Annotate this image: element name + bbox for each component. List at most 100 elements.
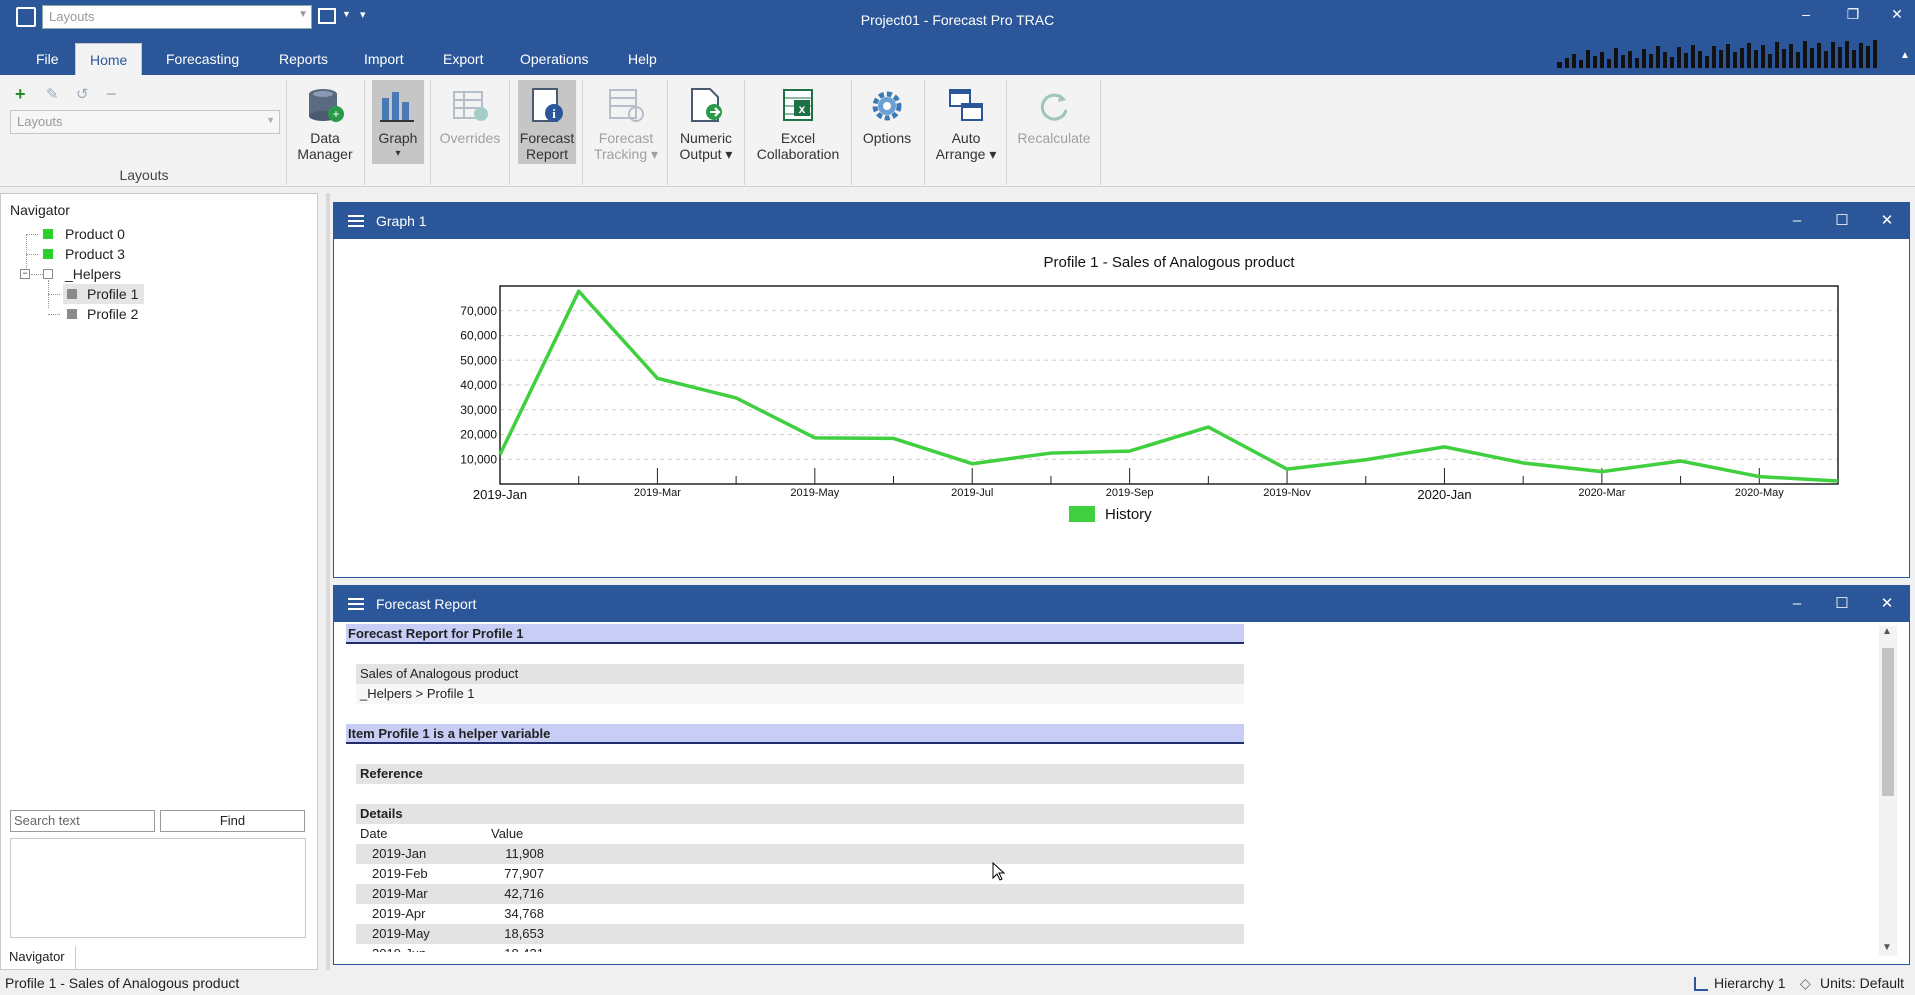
- find-button[interactable]: Find: [160, 810, 305, 832]
- x-tick-label: 2019-Mar: [634, 487, 681, 499]
- restore-button[interactable]: ❐: [1842, 6, 1864, 23]
- undo-layout-icon[interactable]: ↺: [76, 85, 89, 103]
- ribbon-separator: [924, 80, 925, 185]
- tree-item-label: Profile 2: [87, 306, 139, 322]
- add-layout-icon[interactable]: +: [15, 84, 26, 105]
- layouts-combo[interactable]: Layouts ▼: [10, 110, 280, 134]
- recalculate-button[interactable]: Recalculate: [1012, 80, 1096, 164]
- tab-reports[interactable]: Reports: [265, 43, 342, 75]
- panel-close-button[interactable]: ✕: [1876, 203, 1898, 239]
- ribbon-separator: [851, 80, 852, 185]
- recalculate-label: Recalculate: [1017, 130, 1091, 146]
- tab-home[interactable]: Home: [75, 43, 143, 75]
- mouse-cursor-icon: [992, 862, 1006, 881]
- hierarchy-status[interactable]: Hierarchy 1: [1714, 972, 1786, 995]
- ribbon-separator: [744, 80, 745, 185]
- tab-file[interactable]: File: [22, 43, 73, 75]
- panel-maximize-button[interactable]: ☐: [1831, 203, 1853, 239]
- ribbon-separator: [286, 80, 287, 185]
- graph-button[interactable]: Graph ▾: [372, 80, 424, 164]
- tab-operations[interactable]: Operations: [506, 43, 602, 75]
- tree-item-label: Product 0: [65, 226, 125, 242]
- green-square-icon: [43, 249, 53, 259]
- auto-arrange-label-2: Arrange ▾: [935, 146, 997, 162]
- numeric-output-label-2: Output ▾: [679, 146, 733, 162]
- tracking-icon: [609, 89, 644, 122]
- overrides-label: Overrides: [439, 130, 501, 146]
- tab-import[interactable]: Import: [350, 43, 418, 75]
- x-tick-label: 2019-Sep: [1106, 487, 1154, 499]
- folder-square-icon: [43, 269, 53, 279]
- scrollbar-thumb[interactable]: [1882, 648, 1894, 796]
- scroll-down-icon[interactable]: ▼: [1882, 942, 1892, 953]
- chevron-down-icon[interactable]: ▼: [266, 115, 275, 125]
- panel-maximize-button[interactable]: ☐: [1831, 586, 1853, 622]
- tree-item-profile-2[interactable]: Profile 2: [63, 304, 138, 324]
- tree-item-helpers[interactable]: _Helpers: [43, 264, 121, 284]
- close-button[interactable]: ✕: [1886, 6, 1908, 23]
- panel-minimize-button[interactable]: –: [1786, 203, 1808, 239]
- status-text: Profile 1 - Sales of Analogous product: [5, 975, 240, 991]
- options-button[interactable]: Options: [856, 80, 918, 164]
- collapse-toggle-icon[interactable]: −: [20, 269, 30, 279]
- splitter[interactable]: [326, 193, 330, 970]
- auto-arrange-button[interactable]: Auto Arrange ▾: [930, 80, 1002, 164]
- col-value-header: Value: [491, 826, 524, 841]
- y-tick-label: 40,000: [460, 378, 497, 392]
- tab-export[interactable]: Export: [429, 43, 497, 75]
- y-tick-label: 60,000: [460, 329, 497, 343]
- report-helper-heading: Item Profile 1 is a helper variable: [346, 724, 1244, 744]
- ribbon-separator: [364, 80, 365, 185]
- x-tick-label: 2019-May: [790, 487, 839, 499]
- legend-label: History: [1105, 506, 1152, 523]
- report-panel-header: Forecast Report – ☐ ✕: [334, 586, 1909, 622]
- details-header-row: Date Value: [356, 824, 1244, 844]
- numeric-output-label-1: Numeric: [679, 130, 733, 146]
- tree-item-profile-1[interactable]: Profile 1: [63, 284, 145, 304]
- y-tick-label: 50,000: [460, 353, 497, 367]
- overrides-button[interactable]: Overrides: [434, 80, 506, 164]
- excel-icon: x: [783, 89, 813, 121]
- numeric-output-button[interactable]: Numeric Output ▾: [672, 80, 740, 164]
- panel-close-button[interactable]: ✕: [1876, 586, 1898, 622]
- report-panel-title: Forecast Report: [376, 596, 477, 612]
- line-chart: Profile 1 - Sales of Analogous product 10…: [460, 254, 1839, 523]
- menu-icon[interactable]: [348, 215, 364, 227]
- ribbon-separator: [582, 80, 583, 185]
- forecast-tracking-label-2: Tracking ▾: [593, 146, 659, 162]
- data-manager-button[interactable]: + Data Manager: [290, 80, 360, 164]
- edit-layout-icon[interactable]: ✎: [46, 85, 59, 103]
- legend-swatch: [1069, 506, 1095, 522]
- search-input[interactable]: Search text: [10, 810, 155, 832]
- panel-minimize-button[interactable]: –: [1786, 586, 1808, 622]
- gray-square-icon: [67, 289, 77, 299]
- remove-layout-icon[interactable]: −: [106, 84, 117, 105]
- svg-text:i: i: [552, 106, 556, 121]
- collapse-ribbon-icon[interactable]: ▲: [1900, 50, 1910, 61]
- units-status[interactable]: Units: Default: [1820, 972, 1904, 995]
- tree-item-product-3[interactable]: Product 3: [43, 244, 125, 264]
- tree-item-product-0[interactable]: Product 0: [43, 224, 125, 244]
- forecast-report-button[interactable]: i Forecast Report: [518, 80, 576, 164]
- title-bar: Layouts ▼ ▼ ▾ Project01 - Forecast Pro TR…: [0, 0, 1915, 43]
- reference-heading: Reference: [356, 764, 1244, 784]
- x-tick-label: 2020-Mar: [1578, 487, 1625, 499]
- menu-icon[interactable]: [348, 598, 364, 610]
- excel-collaboration-label-1: Excel: [780, 130, 816, 146]
- scroll-up-icon[interactable]: ▲: [1882, 626, 1892, 637]
- tab-help[interactable]: Help: [614, 43, 671, 75]
- excel-collaboration-button[interactable]: x Excel Collaboration: [748, 80, 848, 164]
- ribbon-separator: [430, 80, 431, 185]
- forecast-tracking-button[interactable]: Forecast Tracking ▾: [586, 80, 666, 164]
- table-row: 2019-Jun 18,421: [356, 944, 1244, 952]
- svg-text:+: +: [332, 107, 339, 121]
- refresh-icon: [1040, 93, 1068, 121]
- cell-value: 77,907: [504, 866, 544, 881]
- tab-forecasting[interactable]: Forecasting: [152, 43, 253, 75]
- col-date-header: Date: [360, 826, 388, 841]
- x-tick-label: 2019-Jul: [951, 487, 993, 499]
- minimize-button[interactable]: –: [1795, 6, 1817, 22]
- hierarchy-icon: [1694, 977, 1708, 991]
- navigator-tab[interactable]: Navigator: [0, 946, 76, 970]
- scrollbar[interactable]: ▲ ▼: [1879, 626, 1897, 956]
